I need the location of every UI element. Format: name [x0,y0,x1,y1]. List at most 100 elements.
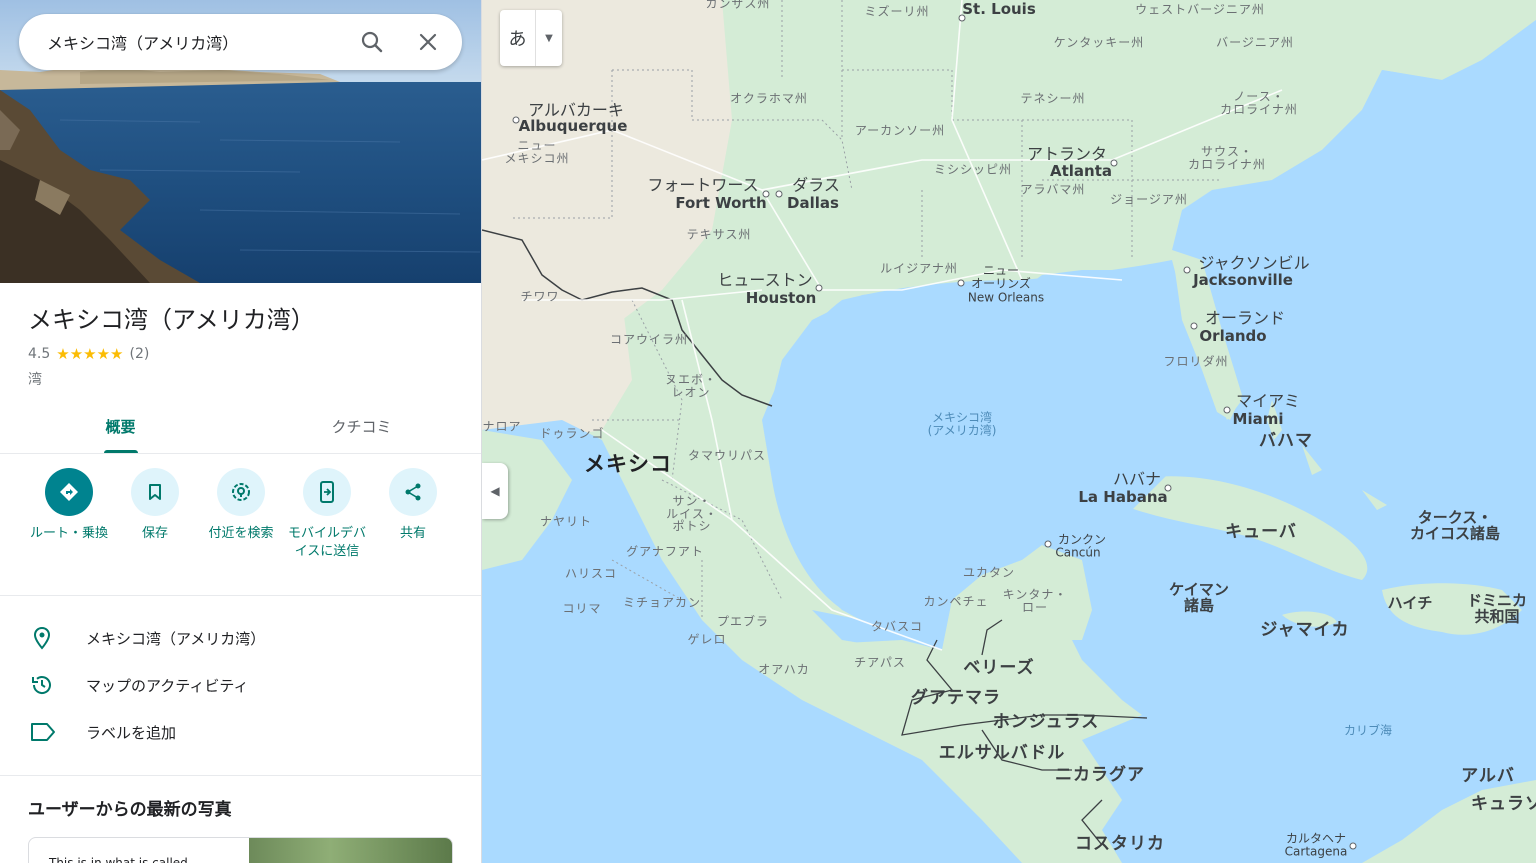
history-icon [0,673,86,697]
tab-reviews[interactable]: クチコミ [241,400,481,453]
label-chihuahua: チワワ [520,289,560,304]
share-button[interactable]: 共有 [370,468,456,561]
info-location-text: メキシコ湾（アメリカ湾） [86,629,266,648]
label-cartagena-jp: カルタヘナ [1285,831,1347,846]
send-to-phone-button[interactable]: モバイルデバイスに送信 [284,468,370,561]
label-michoacan: ミチョアカン [622,595,702,610]
photo-thumbnail[interactable] [249,838,452,863]
label-dallas-jp: ダラス [792,175,840,195]
label-curacao: キュラソ [1471,794,1536,815]
label-fortworth-jp: フォートワース [647,175,759,195]
rating-row[interactable]: 4.5 ★★★★★ (2) [28,345,149,363]
label-cuba: キューバ [1225,522,1297,543]
label-dallas-en: Dallas [787,194,839,213]
label-guatemala: グアテマラ [911,688,1001,709]
label-havana-en: La Habana [1078,488,1168,507]
label-belize: ベリーズ [963,658,1035,679]
city-dot-cartagena [1349,842,1357,850]
label-cancun-jp: カンクン [1057,532,1107,547]
directions-icon [45,468,93,516]
action-buttons: ルート・乗換 保存 付近を検索 モバイルデバイスに送信 共有 [0,468,481,561]
input-tools-button[interactable]: あ ▼ [500,10,562,66]
label-durango: ドゥランゴ [539,426,605,441]
rating-value: 4.5 [28,346,51,362]
chevron-left-icon: ◀ [490,484,500,498]
info-add-label-text: ラベルを追加 [86,723,177,742]
label-mississippi: ミシシッピ州 [933,162,1013,177]
label-aruba: アルバ [1461,766,1515,787]
label-virginia: バージニア州 [1216,35,1294,50]
city-dot-jacksonville [1183,266,1191,274]
info-row-location[interactable]: メキシコ湾（アメリカ湾） [0,614,481,662]
label-yucatan: ユカタン [962,565,1016,580]
send-to-phone-label: モバイルデバイスに送信 [287,526,366,560]
place-tabs: 概要 クチコミ [0,400,481,454]
search-input[interactable]: メキシコ湾（アメリカ湾） [19,30,344,54]
label-tabasco: タバスコ [870,619,924,634]
hiragana-input-label[interactable]: あ [500,10,536,66]
city-dot-orlando [1190,322,1198,330]
search-box[interactable]: メキシコ湾（アメリカ湾） [19,14,462,70]
label-sinaloa: ナロア [482,419,522,434]
label-nayarit: ナヤリト [539,514,593,529]
label-orlando-en: Orlando [1199,327,1267,346]
nearby-icon [217,468,265,516]
city-dot-dallas [775,190,783,198]
tab-overview[interactable]: 概要 [0,400,241,453]
label-qroo: キンタナ・ ロー [1002,587,1068,614]
label-north-carolina: ノース・ カロライナ州 [1220,89,1298,116]
label-colima: コリマ [562,601,602,616]
star-rating-icon: ★★★★★ [56,345,124,363]
label-houston-en: Houston [745,289,817,308]
label-cancun-en: Cancún [1055,545,1101,560]
label-havana-jp: ハバナ [1112,469,1162,489]
label-orlando-jp: オーランド [1204,308,1286,328]
info-row-activity[interactable]: マップのアクティビティ [0,661,481,709]
label-kansas: カンザス州 [705,0,771,11]
label-honduras: ホンジュラス [992,712,1100,733]
label-louisiana: ルイジアナ州 [880,261,958,276]
info-activity-text: マップのアクティビティ [86,676,249,695]
info-row-label[interactable]: ラベルを追加 [0,708,481,756]
place-panel: メキシコ湾（アメリカ湾） メキシコ湾（アメリカ湾） 4.5 ★★★★★ (2) … [0,0,482,863]
place-category[interactable]: 湾 [28,369,42,389]
label-oaxaca: オアハカ [758,662,810,677]
label-caribbean-sea: カリブ海 [1343,723,1393,738]
label-albuquerque-en: Albuquerque [518,117,628,136]
label-cayman: ケイマン 諸島 [1169,580,1229,614]
hero-photo[interactable]: メキシコ湾（アメリカ湾） [0,0,481,283]
label-chiapas: チアパス [854,655,906,670]
label-costa-rica: コスタリカ [1075,834,1165,855]
nearby-button[interactable]: 付近を検索 [198,468,284,561]
directions-button[interactable]: ルート・乗換 [26,468,112,561]
label-arkansas: アーカンソー州 [854,123,946,138]
label-st-louis: St. Louis [962,0,1036,19]
label-kentucky: ケンタッキー州 [1053,35,1145,50]
label-atlanta-jp: アトランタ [1026,144,1108,164]
review-count[interactable]: (2) [130,346,150,362]
location-pin-icon [0,626,86,650]
photo-card[interactable]: This is in what is called [28,837,453,863]
divider [0,595,481,596]
search-icon[interactable] [344,14,400,70]
label-mexico: メキシコ [584,451,672,476]
label-missouri: ミズーリ州 [864,4,930,19]
label-tennessee: テネシー州 [1020,91,1086,106]
directions-label: ルート・乗換 [29,526,108,541]
chevron-down-icon[interactable]: ▼ [536,10,562,66]
collapse-panel-button[interactable]: ◀ [482,463,508,519]
label-alabama: アラバマ州 [1020,182,1086,197]
label-neworleans-jp: ニュー オーリンズ [971,263,1031,290]
close-icon[interactable] [400,14,456,70]
label-tamaulipas: タマウリパス [687,448,767,463]
label-cartagena-en: Cartagena [1284,844,1348,859]
nearby-label: 付近を検索 [208,526,274,541]
label-turks-caicos: タークス・ カイコス諸島 [1409,508,1501,542]
map-canvas[interactable]: カンザス州 ミズーリ州 St. Louis ウェストバージニア州 ケンタッキー州… [482,0,1536,863]
label-jacksonville-jp: ジャクソンビル [1198,253,1310,273]
label-guanajuato: グアナフアト [626,544,704,559]
label-south-carolina: サウス・ カロライナ州 [1188,144,1266,171]
save-button[interactable]: 保存 [112,468,198,561]
label-el-salvador: エルサルバドル [938,743,1066,764]
label-slp: サン・ ルイス・ ポトシ [666,494,718,534]
